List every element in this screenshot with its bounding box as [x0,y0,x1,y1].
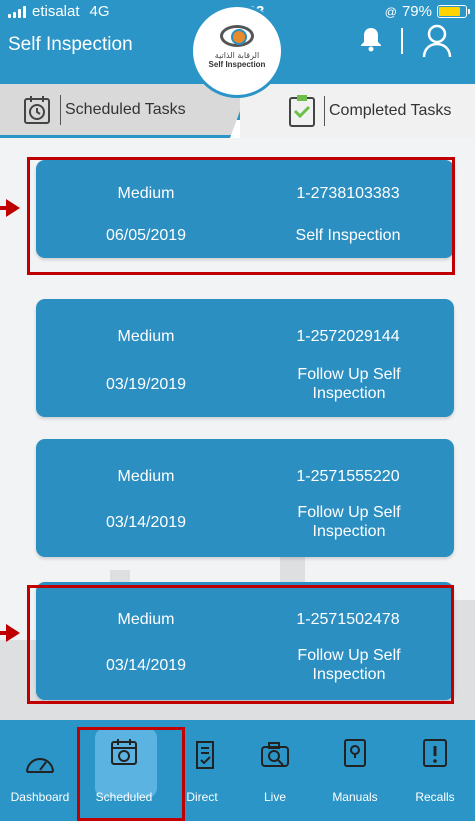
annotation-arrow [0,199,20,217]
tab-scheduled-label: Scheduled Tasks [65,101,186,118]
task-priority: Medium [117,611,175,628]
eye-logo-icon [220,25,254,47]
task-priority: Medium [117,185,175,202]
tab-separator [324,96,325,126]
nav-dashboard-label: Dashboard [10,790,70,804]
nav-recalls[interactable]: Recalls [395,720,475,821]
task-type: Follow Up Self Inspection [297,504,401,540]
calendar-clock-icon [111,739,137,765]
task-priority: Medium [117,468,175,485]
nav-manuals-label: Manuals [332,790,378,804]
task-card[interactable]: Medium 1-2571502478 03/14/2019 Follow Up… [36,582,454,700]
task-type: Self Inspection [295,227,401,244]
bottom-nav: Dashboard Scheduled Direct Live Manuals … [0,720,475,821]
task-date: 03/19/2019 [105,376,187,393]
task-priority: Medium [117,328,175,345]
tab-separator [60,95,61,125]
battery-icon [437,5,470,18]
task-id: 1-2571502478 [296,611,400,628]
nav-manuals[interactable]: Manuals [315,720,395,821]
camera-search-icon [261,742,289,767]
direct-document-icon [196,741,214,769]
tab-completed-label: Completed Tasks [329,102,452,119]
nav-dashboard[interactable]: Dashboard [0,720,80,821]
header-divider [401,28,403,54]
nav-live[interactable]: Live [235,720,315,821]
manual-book-icon [344,739,366,767]
annotation-arrow [0,624,20,642]
task-id: 1-2738103383 [296,185,400,202]
tab-scheduled-tasks[interactable]: Scheduled Tasks [0,84,250,138]
logo-arabic-text: الرقابة الذاتية [214,51,260,60]
task-card[interactable]: Medium 1-2572029144 03/19/2019 Follow Up… [36,299,454,417]
carrier-info: etisalat 4G [8,3,110,20]
bell-icon[interactable] [359,26,383,52]
scheduled-clock-icon [24,96,50,124]
speedometer-icon [26,758,54,773]
user-profile-icon[interactable] [422,24,452,58]
nav-live-label: Live [263,790,286,804]
nav-scheduled-label: Scheduled [95,790,153,804]
task-date: 03/14/2019 [105,514,187,531]
signal-icon [8,5,26,18]
alarm-icon: @ [384,4,397,19]
network-type: 4G [89,3,110,20]
tab-completed-tasks[interactable]: Completed Tasks [240,84,475,138]
completed-checklist-icon [289,95,315,127]
task-date: 03/14/2019 [105,657,187,674]
battery-status: @ 79% [384,3,470,20]
battery-percent: 79% [401,3,432,20]
nav-direct-label: Direct [186,790,218,804]
nav-recalls-label: Recalls [415,790,455,804]
task-card[interactable]: Medium 1-2571555220 03/14/2019 Follow Up… [36,439,454,557]
carrier-name: etisalat [32,3,80,20]
task-id: 1-2571555220 [296,468,400,485]
task-date: 06/05/2019 [105,227,187,244]
task-type: Follow Up Self Inspection [297,647,401,683]
recall-alert-icon [423,739,447,767]
task-id: 1-2572029144 [296,328,400,345]
page-title: Self Inspection [8,34,133,55]
task-type: Follow Up Self Inspection [297,366,401,402]
nav-scheduled[interactable]: Scheduled [84,720,164,821]
task-card[interactable]: Medium 1-2738103383 06/05/2019 Self Insp… [36,160,454,258]
task-list[interactable]: Medium 1-2738103383 06/05/2019 Self Insp… [0,138,475,720]
logo-english-text: Self Inspection [208,60,266,69]
nav-direct[interactable]: Direct [166,720,246,821]
app-logo: الرقابة الذاتية Self Inspection [190,4,284,98]
